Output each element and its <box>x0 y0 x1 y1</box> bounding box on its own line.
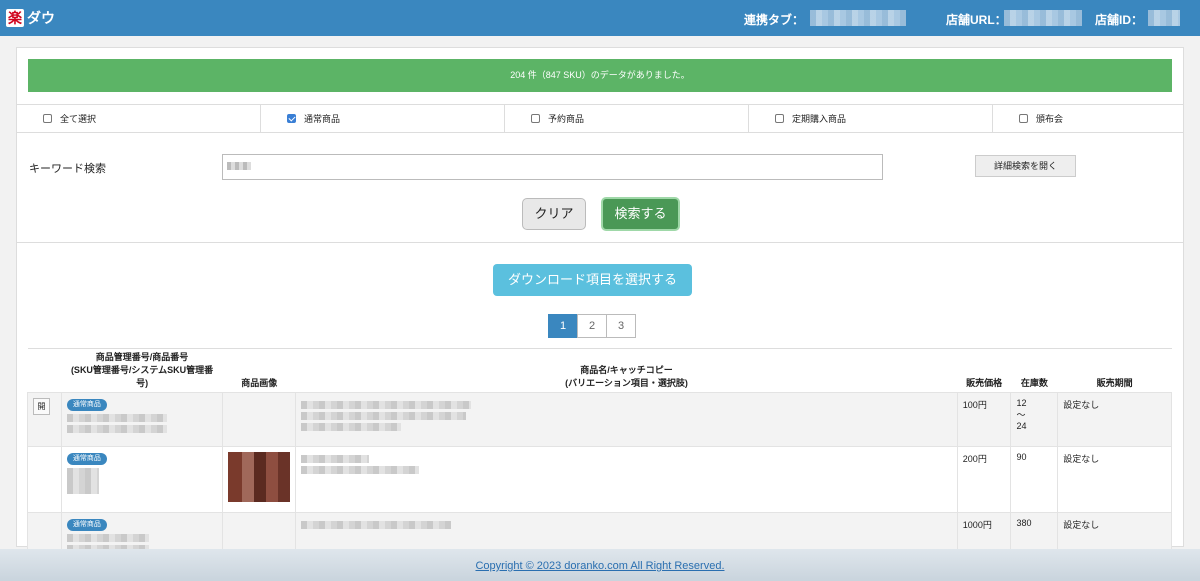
filter-label: 定期購入商品 <box>792 114 847 124</box>
brand-name: ダウ <box>27 10 55 26</box>
copyright-link[interactable]: Copyright © 2023 doranko.com All Right R… <box>475 560 724 572</box>
store-id-label: 店舗ID： <box>1095 13 1144 27</box>
filter-label: 通常商品 <box>304 114 341 124</box>
filter-preorder-products[interactable]: 予約商品 <box>505 105 749 132</box>
checkbox-normal-products[interactable] <box>287 114 296 123</box>
price-cell: 200円 <box>956 446 1012 513</box>
redacted-text <box>301 455 370 463</box>
redacted-text <box>66 468 99 494</box>
sales-period-cell: 設定なし <box>1057 392 1172 447</box>
redacted-text <box>301 412 467 420</box>
select-download-items-button[interactable]: ダウンロード項目を選択する <box>493 264 692 296</box>
clear-button[interactable]: クリア <box>522 198 586 230</box>
checkbox-subscription-products[interactable] <box>775 114 784 123</box>
top-bar: 楽 ダウ 連携タブ： 店舗URL： 店舗ID： <box>0 0 1200 36</box>
col-header-name: 商品名/キャッチコピー (バリエーション項目・選択肢) <box>295 348 958 393</box>
keyword-search-label: キーワード検索 <box>29 163 106 175</box>
checkbox-distribution-products[interactable] <box>1019 114 1028 123</box>
checkbox-select-all[interactable] <box>43 114 52 123</box>
keyword-search-input[interactable] <box>222 154 883 180</box>
keyword-value-redacted <box>227 162 251 170</box>
product-type-badge: 通常商品 <box>66 519 107 531</box>
filter-normal-products[interactable]: 通常商品 <box>261 105 505 132</box>
footer: Copyright © 2023 doranko.com All Right R… <box>0 549 1200 581</box>
price-cell: 100円 <box>956 392 1012 447</box>
link-tab-label: 連携タブ： <box>744 13 805 27</box>
redacted-text <box>301 521 452 529</box>
filter-distribution-products[interactable]: 頒布会 <box>993 105 1183 132</box>
open-detail-search-button[interactable]: 詳細検索を開く <box>975 155 1076 177</box>
store-url-value-redacted <box>1004 10 1082 26</box>
result-alert: 204 件（847 SKU）のデータがありました。 <box>28 59 1172 92</box>
brand[interactable]: 楽 ダウ <box>6 8 55 28</box>
pagination: 1 2 3 <box>548 314 636 338</box>
col-header-code: 商品管理番号/商品番号 (SKU管理番号/システムSKU管理番号) <box>61 348 223 393</box>
product-table: 商品管理番号/商品番号 (SKU管理番号/システムSKU管理番号) 商品画像 商… <box>27 348 1172 569</box>
filter-label: 頒布会 <box>1036 114 1064 124</box>
table-row: 開 通常商品 100円 12 〜 24 設定なし <box>27 392 1172 447</box>
main-panel: 204 件（847 SKU）のデータがありました。 全て選択 通常商品 予約商品… <box>16 47 1184 569</box>
filter-select-all[interactable]: 全て選択 <box>17 105 261 132</box>
store-url-label: 店舗URL： <box>946 13 1007 27</box>
col-header-stock: 在庫数 <box>1010 348 1058 393</box>
search-button[interactable]: 検索する <box>601 197 680 231</box>
rakuten-logo-icon: 楽 <box>6 9 24 27</box>
section-divider <box>17 242 1183 243</box>
redacted-text <box>301 401 472 409</box>
checkbox-preorder-products[interactable] <box>531 114 540 123</box>
stock-cell: 12 〜 24 <box>1010 392 1059 447</box>
redacted-text <box>66 534 149 542</box>
redacted-text <box>66 425 167 433</box>
store-id-value-redacted <box>1148 10 1180 26</box>
stock-cell: 90 <box>1010 446 1059 513</box>
filter-label: 予約商品 <box>548 114 585 124</box>
filter-subscription-products[interactable]: 定期購入商品 <box>749 105 993 132</box>
expand-row-button[interactable]: 開 <box>33 398 50 415</box>
redacted-text <box>301 423 402 431</box>
redacted-text <box>66 414 167 422</box>
product-thumbnail-image[interactable] <box>228 452 291 502</box>
page-2-button[interactable]: 2 <box>577 314 607 338</box>
col-header-period: 販売期間 <box>1057 348 1172 393</box>
product-type-badge: 通常商品 <box>66 399 107 411</box>
redacted-text <box>301 466 420 474</box>
filter-label: 全て選択 <box>60 114 97 124</box>
page-3-button[interactable]: 3 <box>606 314 636 338</box>
page-1-button[interactable]: 1 <box>548 314 578 338</box>
product-type-filters: 全て選択 通常商品 予約商品 定期購入商品 頒布会 <box>17 104 1183 133</box>
col-header-image: 商品画像 <box>222 348 296 393</box>
product-type-badge: 通常商品 <box>66 453 107 465</box>
table-row: 通常商品 200円 90 設定なし <box>27 446 1172 513</box>
table-header: 商品管理番号/商品番号 (SKU管理番号/システムSKU管理番号) 商品画像 商… <box>27 348 1172 393</box>
link-tab-value-redacted <box>810 10 906 26</box>
sales-period-cell: 設定なし <box>1057 446 1172 513</box>
col-header-price: 販売価格 <box>957 348 1011 393</box>
